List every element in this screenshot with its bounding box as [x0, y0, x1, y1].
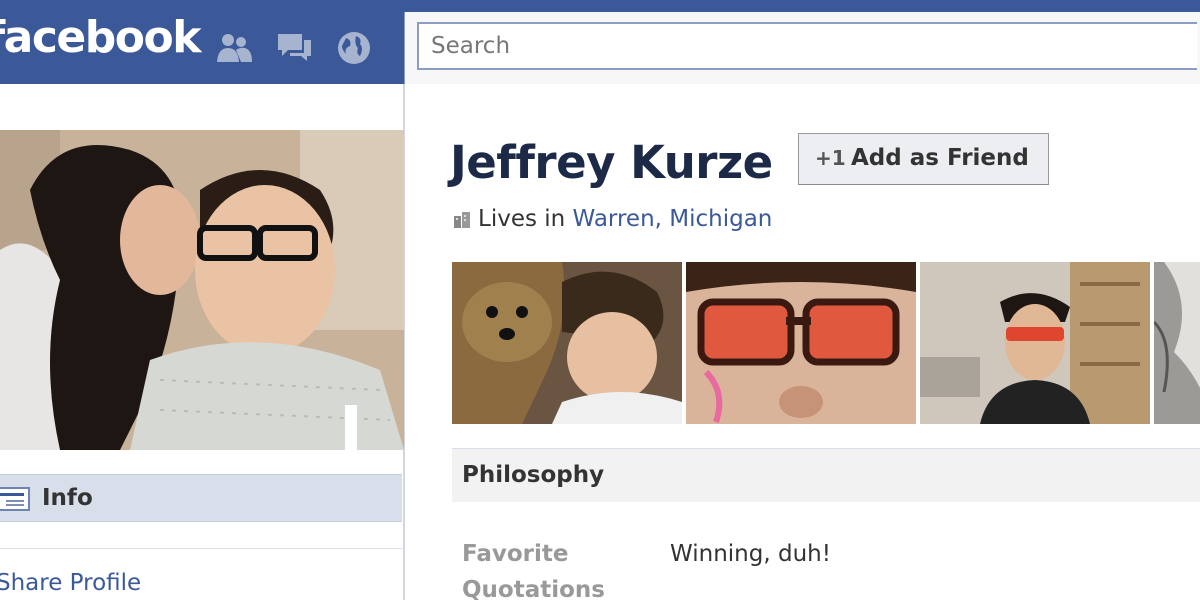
lives-in-prefix: Lives in [478, 206, 566, 232]
search-box [417, 22, 1197, 70]
left-separator [0, 548, 402, 549]
strip-photo-1[interactable] [452, 262, 682, 424]
top-bar: facebook [0, 0, 1200, 84]
search-area [404, 12, 1200, 84]
friend-requests-icon[interactable] [214, 28, 254, 68]
info-card-icon [0, 487, 30, 511]
photo-strip [452, 262, 1200, 424]
profile-name: Jeffrey Kurze [450, 136, 773, 189]
favorite-quotations-label: Favorite Quotations [462, 541, 605, 600]
location-link[interactable]: Warren, Michigan [573, 206, 773, 232]
strip-photo-2[interactable] [686, 262, 916, 424]
facebook-logo[interactable]: facebook [0, 12, 201, 63]
philosophy-section-header: Philosophy [452, 448, 1200, 502]
profile-picture[interactable] [0, 130, 404, 450]
notifications-globe-icon[interactable] [334, 28, 374, 68]
search-input[interactable] [419, 24, 1197, 68]
philosophy-title: Philosophy [462, 462, 605, 488]
messages-icon[interactable] [274, 28, 314, 68]
strip-photo-3[interactable] [920, 262, 1150, 424]
favorite-quotations-value: Winning, duh! [670, 541, 831, 567]
share-profile-link[interactable]: Share Profile [0, 570, 141, 596]
add-as-friend-label: Add as Friend [851, 145, 1029, 171]
lives-in-line: Lives in Warren, Michigan [452, 206, 772, 232]
add-friend-icon: +1 [815, 146, 846, 170]
strip-photo-4[interactable] [1154, 262, 1200, 424]
home-icon [452, 208, 472, 228]
nav-item-info[interactable]: Info [0, 474, 402, 522]
nav-item-info-label: Info [42, 485, 93, 511]
add-as-friend-button[interactable]: +1 Add as Friend [798, 133, 1049, 185]
